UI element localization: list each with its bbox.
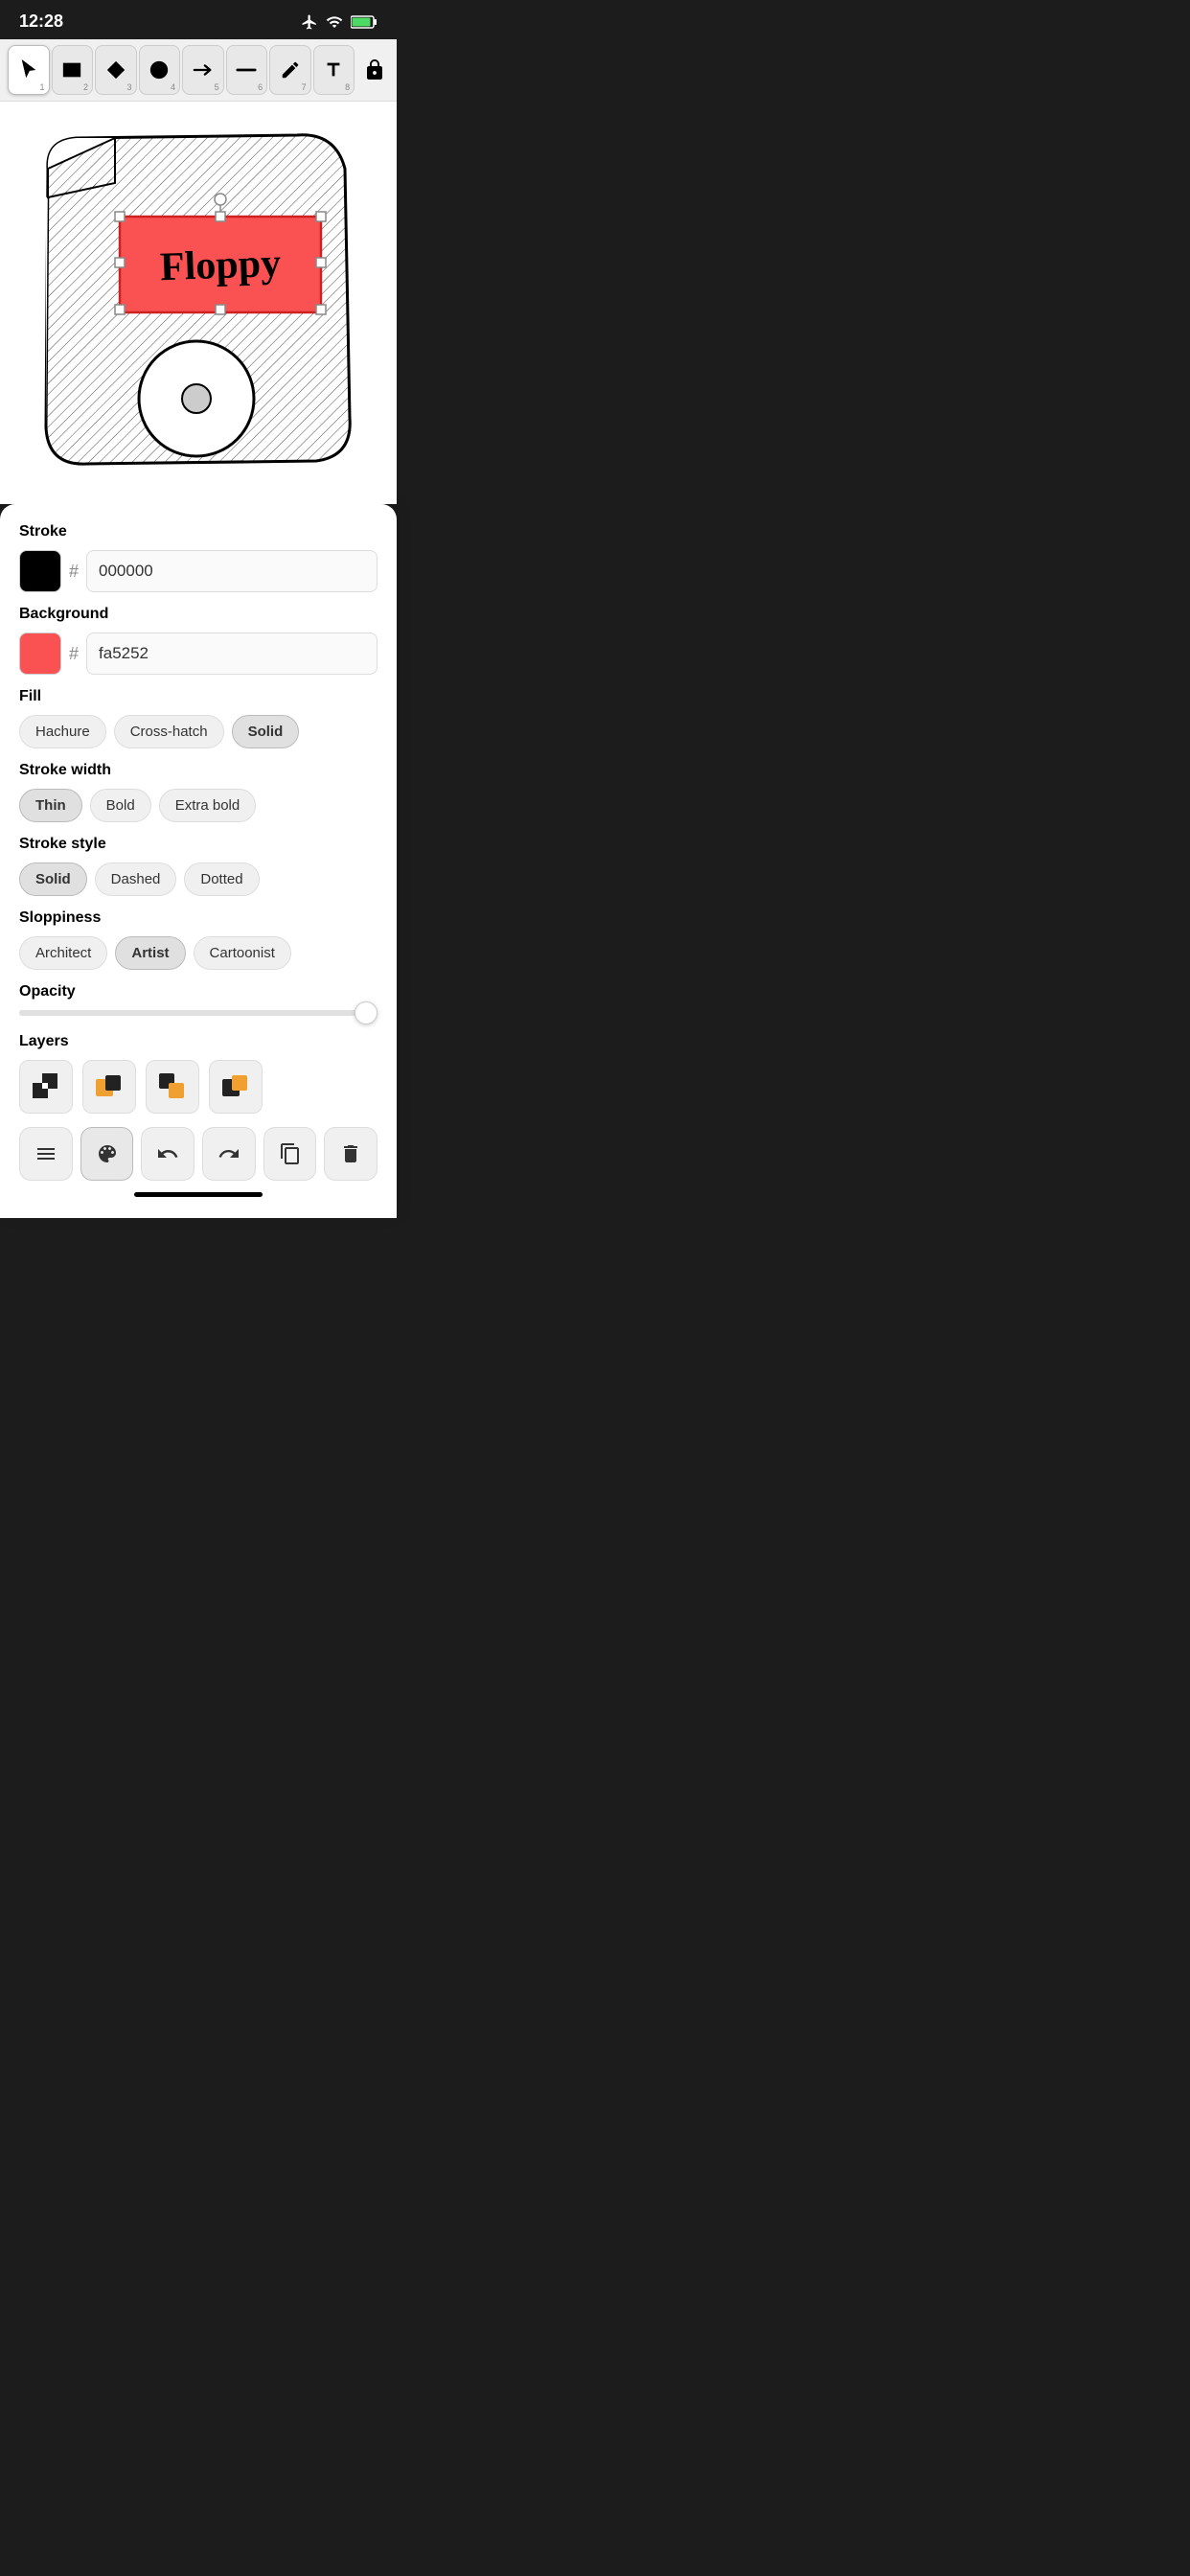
opacity-track[interactable] bbox=[19, 1010, 378, 1016]
tool-rectangle[interactable]: 2 bbox=[52, 45, 94, 95]
tool-circle[interactable]: 4 bbox=[139, 45, 181, 95]
background-hash: # bbox=[69, 644, 79, 664]
fill-label: Fill bbox=[19, 688, 378, 705]
fill-crosshatch[interactable]: Cross-hatch bbox=[114, 715, 224, 748]
opacity-thumb[interactable] bbox=[355, 1001, 378, 1024]
layer-icons-row bbox=[19, 1060, 378, 1114]
canvas-area[interactable]: Floppy bbox=[0, 102, 397, 504]
bottom-panel: Stroke # Background # Fill Hachure Cross… bbox=[0, 504, 397, 1218]
layer-icon-1[interactable] bbox=[19, 1060, 73, 1114]
tool-diamond[interactable]: 3 bbox=[95, 45, 137, 95]
tool-cursor[interactable]: 1 bbox=[8, 45, 50, 95]
tool-num-5: 5 bbox=[215, 82, 219, 92]
toolbar: 1 2 3 4 5 6 7 bbox=[0, 39, 397, 102]
background-color-swatch[interactable] bbox=[19, 632, 61, 675]
stroke-width-label: Stroke width bbox=[19, 762, 378, 779]
sloppiness-artist[interactable]: Artist bbox=[115, 936, 185, 970]
background-label: Background bbox=[19, 606, 378, 623]
copy-button[interactable] bbox=[263, 1127, 317, 1181]
stroke-label: Stroke bbox=[19, 523, 378, 540]
stroke-solid[interactable]: Solid bbox=[19, 862, 87, 896]
svg-text:Floppy: Floppy bbox=[159, 242, 282, 289]
layers-label: Layers bbox=[19, 1033, 378, 1050]
home-indicator bbox=[134, 1192, 263, 1197]
battery-icon bbox=[351, 14, 378, 30]
fill-hachure[interactable]: Hachure bbox=[19, 715, 106, 748]
floppy-drawing: Floppy bbox=[29, 121, 364, 485]
wifi-icon bbox=[326, 13, 343, 31]
tool-num-7: 7 bbox=[302, 82, 307, 92]
lock-icon[interactable] bbox=[360, 45, 389, 95]
tool-num-4: 4 bbox=[171, 82, 175, 92]
tool-num-6: 6 bbox=[258, 82, 263, 92]
sloppiness-cartoonist[interactable]: Cartoonist bbox=[194, 936, 291, 970]
stroke-color-input[interactable] bbox=[86, 550, 378, 592]
tool-num-2: 2 bbox=[83, 82, 88, 92]
background-color-input[interactable] bbox=[86, 632, 378, 675]
menu-button[interactable] bbox=[19, 1127, 73, 1181]
stroke-hash: # bbox=[69, 562, 79, 582]
stroke-dashed[interactable]: Dashed bbox=[95, 862, 177, 896]
sloppiness-label: Sloppiness bbox=[19, 909, 378, 927]
tool-num-8: 8 bbox=[345, 82, 350, 92]
stroke-thin[interactable]: Thin bbox=[19, 789, 82, 822]
stroke-extra-bold[interactable]: Extra bold bbox=[159, 789, 257, 822]
undo-button[interactable] bbox=[141, 1127, 195, 1181]
status-icons bbox=[301, 13, 378, 31]
tool-text[interactable]: 8 bbox=[313, 45, 355, 95]
tool-pencil[interactable]: 7 bbox=[269, 45, 311, 95]
fill-options: Hachure Cross-hatch Solid bbox=[19, 715, 378, 748]
status-bar: 12:28 bbox=[0, 0, 397, 39]
fill-solid[interactable]: Solid bbox=[232, 715, 300, 748]
tool-arrow[interactable]: 5 bbox=[182, 45, 224, 95]
stroke-color-swatch[interactable] bbox=[19, 550, 61, 592]
tool-line[interactable]: 6 bbox=[226, 45, 268, 95]
layer-icon-2[interactable] bbox=[82, 1060, 136, 1114]
airplane-icon bbox=[301, 13, 318, 31]
stroke-color-row: # bbox=[19, 550, 378, 592]
background-color-row: # bbox=[19, 632, 378, 675]
status-time: 12:28 bbox=[19, 12, 63, 32]
layer-icon-3[interactable] bbox=[146, 1060, 199, 1114]
stroke-style-label: Stroke style bbox=[19, 836, 378, 853]
stroke-bold[interactable]: Bold bbox=[90, 789, 151, 822]
stroke-style-options: Solid Dashed Dotted bbox=[19, 862, 378, 896]
action-bar bbox=[19, 1127, 378, 1181]
stroke-width-options: Thin Bold Extra bold bbox=[19, 789, 378, 822]
opacity-label: Opacity bbox=[19, 983, 378, 1000]
palette-button[interactable] bbox=[80, 1127, 134, 1181]
redo-button[interactable] bbox=[202, 1127, 256, 1181]
sloppiness-architect[interactable]: Architect bbox=[19, 936, 107, 970]
sloppiness-options: Architect Artist Cartoonist bbox=[19, 936, 378, 970]
tool-num-3: 3 bbox=[127, 82, 132, 92]
tool-num-1: 1 bbox=[40, 82, 45, 92]
delete-button[interactable] bbox=[324, 1127, 378, 1181]
layer-icon-4[interactable] bbox=[209, 1060, 263, 1114]
stroke-dotted[interactable]: Dotted bbox=[184, 862, 259, 896]
opacity-slider-row bbox=[19, 1010, 378, 1016]
layers-section: Layers bbox=[19, 1033, 378, 1114]
